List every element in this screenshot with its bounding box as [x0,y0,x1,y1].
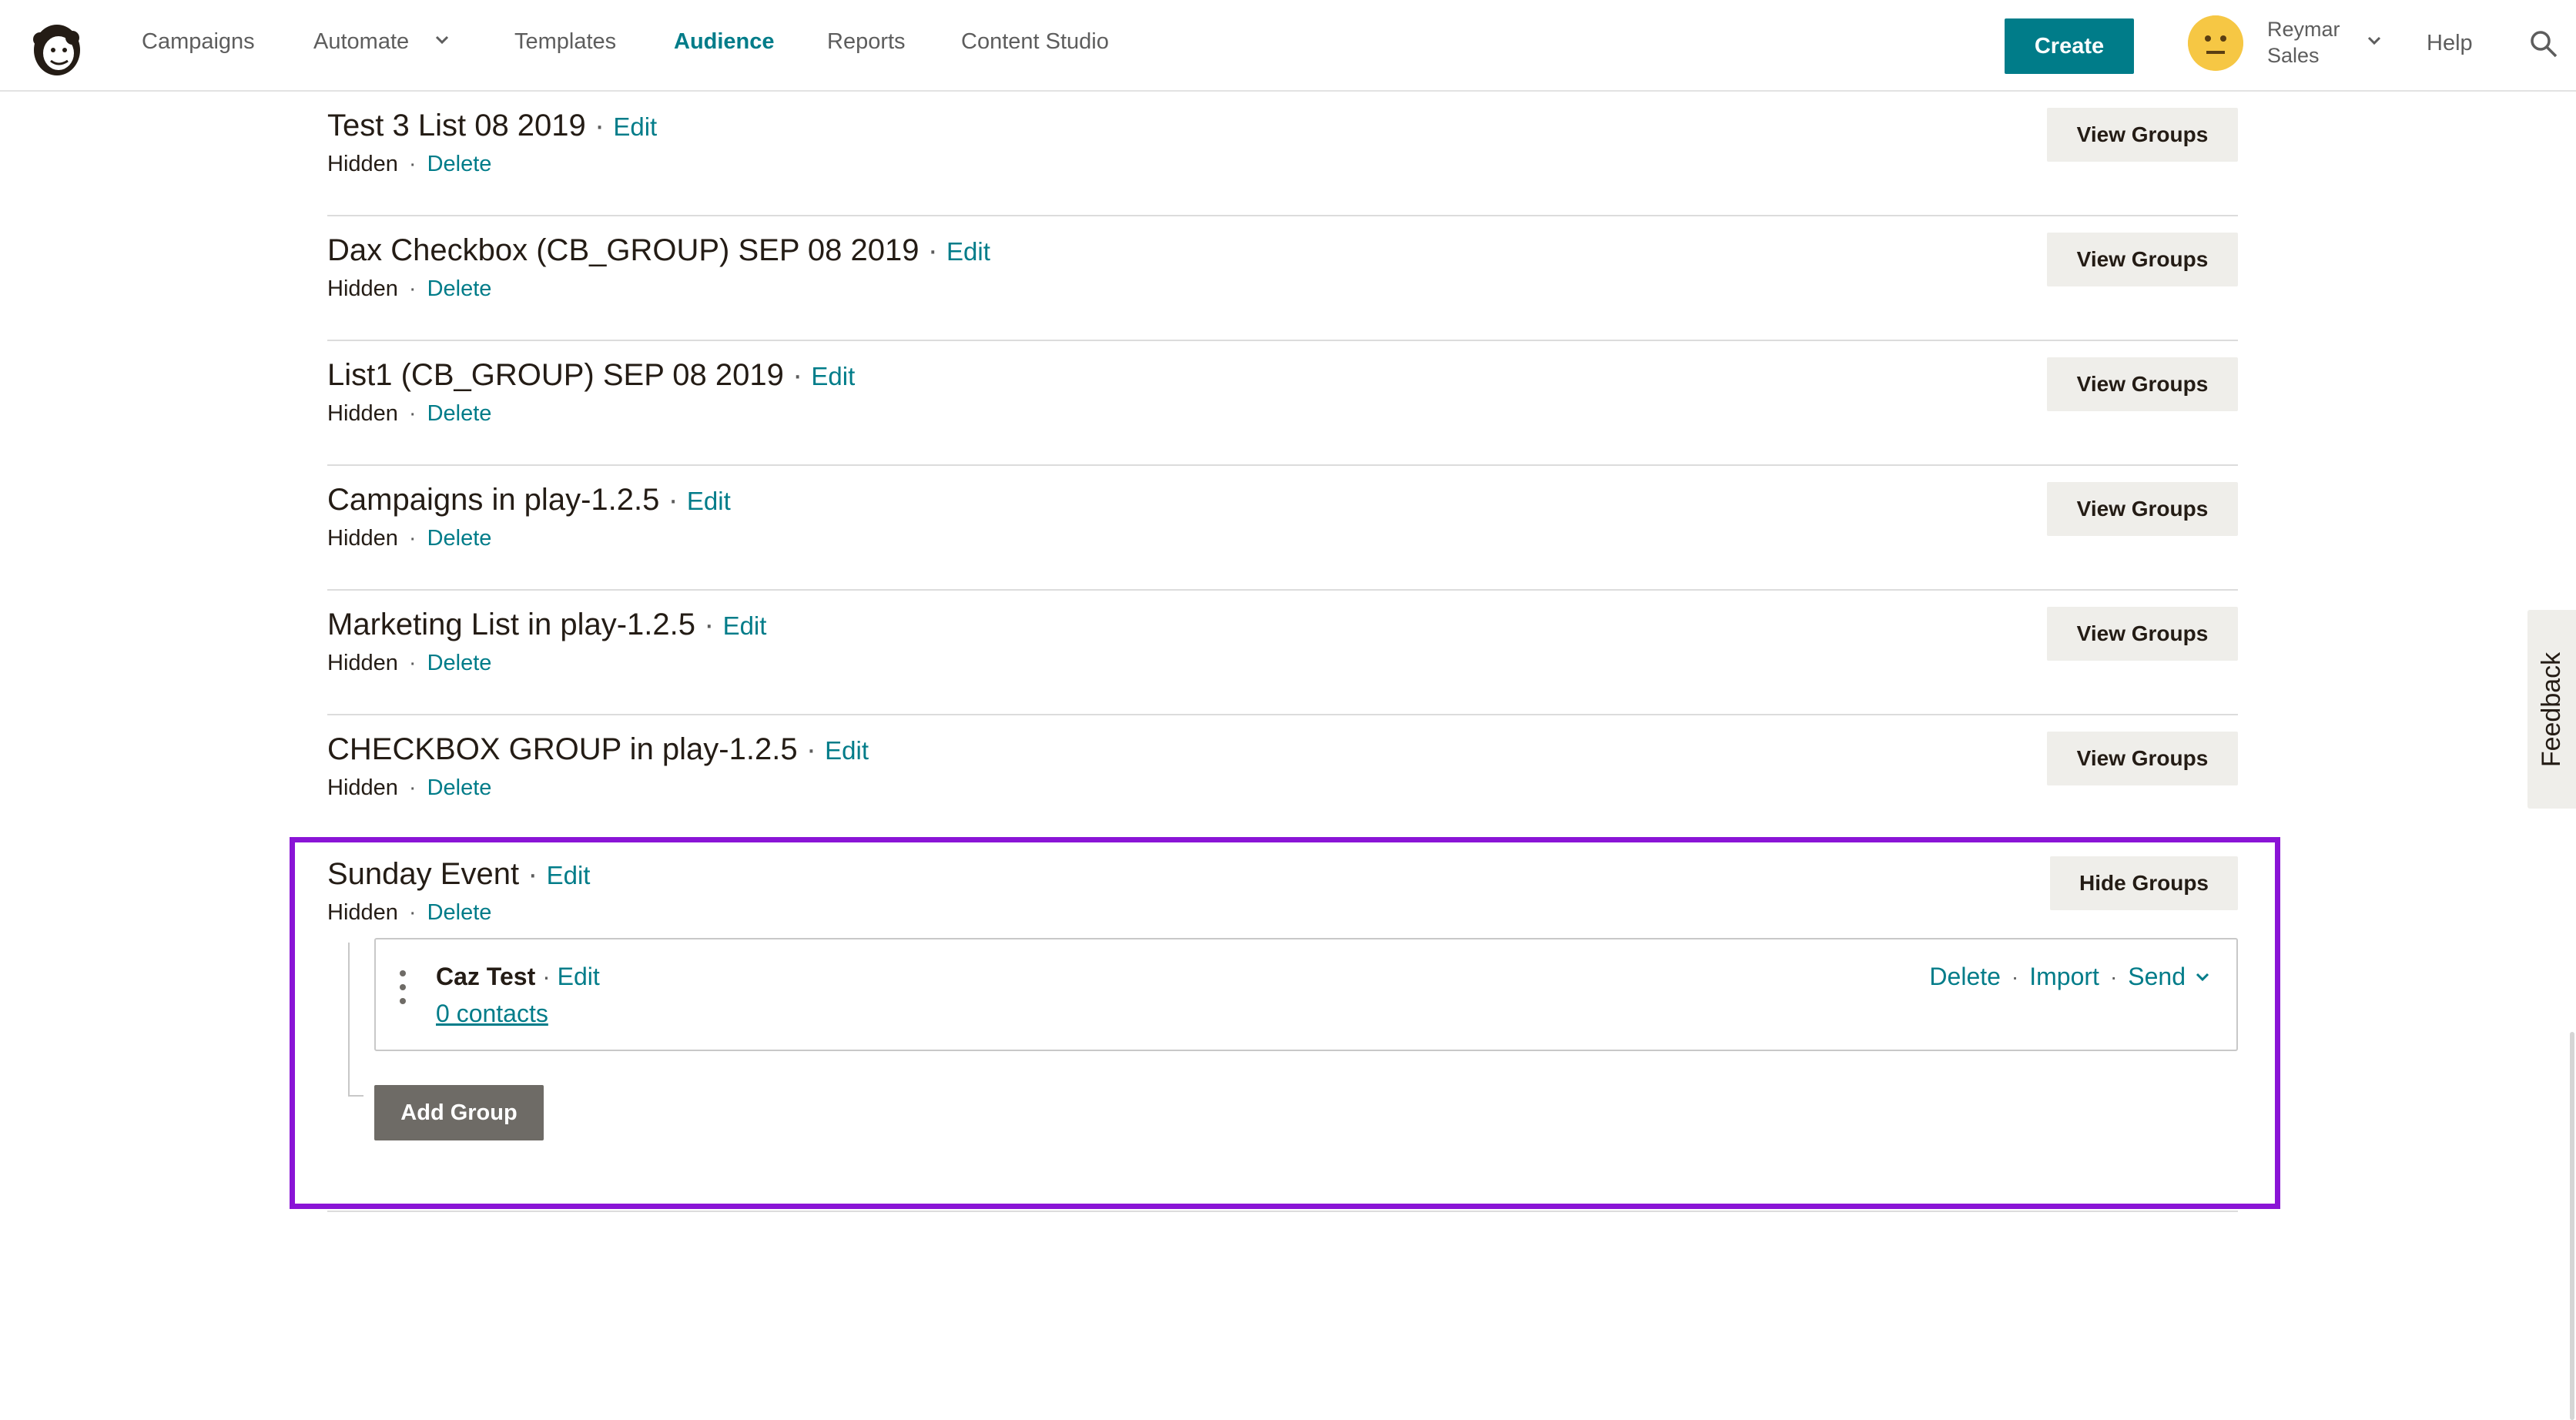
nav-reports[interactable]: Reports [827,29,906,55]
chevron-down-icon[interactable] [434,34,451,46]
add-group-button[interactable]: Add Group [374,1085,544,1140]
group-edit-link[interactable]: Edit [558,963,600,990]
mailchimp-logo-icon[interactable] [26,16,88,78]
view-groups-button[interactable]: View Groups [2047,108,2238,162]
group-send-link[interactable]: Send [2128,963,2186,991]
list-title: Sunday Event · Edit [327,857,591,891]
list-meta: Hidden · Delete [327,775,492,800]
list-row: Dax Checkbox (CB_GROUP) SEP 08 2019 · Ed… [327,216,2238,341]
scrollbar[interactable] [2570,1032,2574,1420]
list-meta: Hidden · Delete [327,276,492,301]
list-title: Dax Checkbox (CB_GROUP) SEP 08 2019 · Ed… [327,233,990,267]
edit-link[interactable]: Edit [723,611,767,640]
drag-handle-icon[interactable] [399,969,407,1006]
view-groups-button[interactable]: View Groups [2047,482,2238,536]
edit-link[interactable]: Edit [613,112,657,141]
view-groups-button[interactable]: View Groups [2047,357,2238,411]
nav-automate[interactable]: Automate [313,29,409,55]
list-meta: Hidden · Delete [327,651,492,675]
list-title: Campaigns in play-1.2.5 · Edit [327,483,731,517]
status-text: Hidden [327,526,398,551]
edit-link[interactable]: Edit [687,487,731,515]
chevron-down-icon[interactable] [2366,35,2383,47]
delete-link[interactable]: Delete [427,152,492,176]
contacts-link[interactable]: 0 contacts [436,1000,548,1028]
help-link[interactable]: Help [2427,31,2473,56]
group-actions: Delete · Import · Send [1929,963,2210,991]
nav-campaigns[interactable]: Campaigns [142,29,255,55]
status-text: Hidden [327,401,398,426]
tree-connector [348,943,363,1097]
edit-link[interactable]: Edit [825,736,869,765]
status-text: Hidden [327,900,398,925]
list-row: CHECKBOX GROUP in play-1.2.5 · Edit Hidd… [327,715,2238,840]
delete-link[interactable]: Delete [427,651,492,675]
feedback-label: Feedback [2537,651,2567,767]
view-groups-button[interactable]: View Groups [2047,607,2238,661]
feedback-tab[interactable]: Feedback [2527,610,2576,809]
audience-list: Test 3 List 08 2019 · Edit Hidden · Delete… [327,92,2238,1212]
search-icon[interactable] [2528,28,2559,59]
edit-link[interactable]: Edit [946,237,990,266]
list-meta: Hidden · Delete [327,401,492,426]
list-row: Test 3 List 08 2019 · Edit Hidden · Delete… [327,92,2238,216]
status-text: Hidden [327,651,398,675]
delete-link[interactable]: Delete [427,775,492,800]
top-navigation: Campaigns Automate Templates Audience Re… [0,0,2576,92]
chevron-down-icon[interactable] [2195,972,2210,983]
create-button[interactable]: Create [2005,18,2134,74]
delete-link[interactable]: Delete [427,276,492,301]
status-text: Hidden [327,276,398,301]
edit-link[interactable]: Edit [547,861,591,889]
hide-groups-button[interactable]: Hide Groups [2050,856,2238,910]
status-text: Hidden [327,152,398,176]
list-meta: Hidden · Delete [327,526,492,551]
list-row: Marketing List in play-1.2.5 · Edit Hidd… [327,591,2238,715]
list-title: Test 3 List 08 2019 · Edit [327,109,658,142]
group-import-link[interactable]: Import [2029,963,2099,991]
group-name: Caz Test · Edit [436,963,600,990]
user-name[interactable]: Reymar Sales [2267,16,2375,69]
list-title: CHECKBOX GROUP in play-1.2.5 · Edit [327,732,869,766]
list-title: Marketing List in play-1.2.5 · Edit [327,608,767,641]
view-groups-button[interactable]: View Groups [2047,233,2238,286]
avatar[interactable] [2188,15,2243,71]
list-meta: Hidden · Delete [327,900,492,925]
delete-link[interactable]: Delete [427,526,492,551]
nav-audience[interactable]: Audience [674,29,775,55]
group-card: Caz Test · Edit 0 contacts Delete · Impo… [374,938,2238,1051]
list-meta: Hidden · Delete [327,152,492,176]
delete-link[interactable]: Delete [427,401,492,426]
nav-content-studio[interactable]: Content Studio [961,29,1109,55]
delete-link[interactable]: Delete [427,900,492,925]
expanded-list-row: Sunday Event · Edit Hidden · Delete Hide G… [327,840,2238,1212]
list-row: Campaigns in play-1.2.5 · Edit Hidden · De… [327,466,2238,591]
status-text: Hidden [327,775,398,800]
list-row: List1 (CB_GROUP) SEP 08 2019 · Edit Hidd… [327,341,2238,466]
list-title: List1 (CB_GROUP) SEP 08 2019 · Edit [327,358,856,392]
view-groups-button[interactable]: View Groups [2047,732,2238,785]
nav-templates[interactable]: Templates [514,29,616,55]
group-delete-link[interactable]: Delete [1929,963,2001,991]
edit-link[interactable]: Edit [811,362,855,390]
